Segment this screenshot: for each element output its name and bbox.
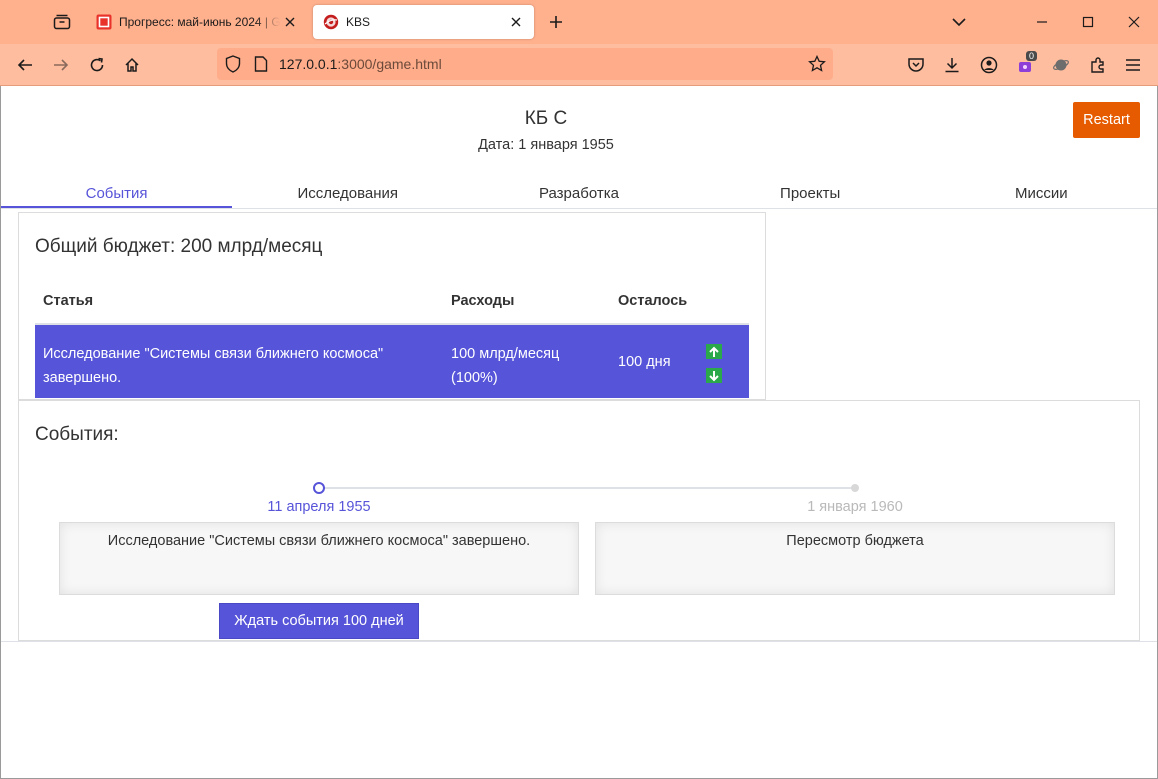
tab-overflow-chevron-down-icon[interactable] bbox=[944, 7, 974, 37]
downloads-icon[interactable] bbox=[939, 51, 965, 79]
forward-arrow-icon[interactable] bbox=[47, 51, 75, 79]
column-header-remaining: Осталось bbox=[618, 293, 688, 309]
browser-tab-kbs[interactable]: KBS bbox=[313, 5, 534, 39]
budget-item-name: Исследование "Системы связи ближнего кос… bbox=[43, 346, 384, 386]
gamedev-favicon-icon bbox=[96, 14, 112, 30]
budget-item-cost: 100 млрд/месяц (100%) bbox=[451, 346, 560, 386]
window-close-icon[interactable] bbox=[1119, 7, 1149, 37]
decrease-arrow-down-icon[interactable] bbox=[706, 368, 722, 383]
home-icon[interactable] bbox=[118, 51, 146, 79]
timeline-dot-active[interactable] bbox=[313, 482, 325, 494]
tab-list-icon[interactable] bbox=[48, 9, 76, 35]
close-icon[interactable] bbox=[506, 12, 526, 32]
url-path: :3000/game.html bbox=[337, 56, 442, 72]
content-divider bbox=[1, 641, 1157, 642]
close-icon[interactable] bbox=[280, 12, 300, 32]
events-card: События: 11 апреля 1955 1 января 1960 Ис… bbox=[18, 400, 1140, 641]
planet-extension-icon[interactable] bbox=[1048, 51, 1074, 79]
budget-item-remaining: 100 дня bbox=[618, 354, 671, 370]
timeline-line bbox=[319, 487, 855, 489]
browser-tab-bar: Прогресс: май-июнь 2024 | GameDev KBS bbox=[0, 0, 1158, 44]
event-card-research-complete: Исследование "Системы связи ближнего кос… bbox=[59, 522, 579, 595]
table-row[interactable]: Исследование "Системы связи ближнего кос… bbox=[35, 325, 749, 398]
account-icon[interactable] bbox=[976, 51, 1002, 79]
events-title: События: bbox=[35, 424, 119, 445]
url-host: 127.0.0.1 bbox=[279, 56, 338, 72]
increase-arrow-up-icon[interactable] bbox=[706, 344, 722, 359]
minimize-icon[interactable] bbox=[1027, 7, 1057, 37]
timeline-date-2: 1 января 1960 bbox=[807, 499, 903, 515]
tab-development[interactable]: Разработка bbox=[463, 180, 694, 208]
budget-card: Общий бюджет: 200 млрд/месяц Статья Расх… bbox=[18, 212, 766, 400]
tab-missions[interactable]: Миссии bbox=[926, 180, 1157, 208]
shield-icon[interactable] bbox=[223, 54, 243, 74]
url-text[interactable]: 127.0.0.1:3000/game.html bbox=[279, 56, 442, 72]
wait-event-button[interactable]: Ждать события 100 дней bbox=[219, 603, 419, 639]
budget-title: Общий бюджет: 200 млрд/месяц bbox=[35, 236, 323, 257]
column-header-cost: Расходы bbox=[451, 293, 515, 309]
address-bar[interactable]: 127.0.0.1:3000/game.html bbox=[217, 48, 833, 80]
kbs-favicon-icon bbox=[323, 14, 339, 30]
browser-tab-title: KBS bbox=[346, 15, 371, 29]
restart-button[interactable]: Restart bbox=[1073, 102, 1140, 138]
tab-events[interactable]: События bbox=[1, 180, 233, 208]
page-info-icon[interactable] bbox=[252, 55, 270, 73]
current-date: Дата: 1 января 1955 bbox=[478, 137, 614, 153]
bookmark-star-icon[interactable] bbox=[807, 54, 827, 74]
budget-table-header: Статья Расходы Осталось bbox=[35, 293, 749, 325]
page-title: КБ С bbox=[524, 108, 568, 129]
main-tabs: События Исследования Разработка Проекты … bbox=[1, 180, 1157, 209]
timeline-date-1: 11 апреля 1955 bbox=[267, 499, 371, 515]
browser-nav-bar: 127.0.0.1:3000/game.html 0 bbox=[0, 44, 1158, 86]
column-header-item: Статья bbox=[43, 293, 94, 309]
extension-puzzle-badge-icon[interactable]: 0 bbox=[1012, 51, 1038, 79]
tab-projects[interactable]: Проекты bbox=[695, 180, 926, 208]
reload-icon[interactable] bbox=[83, 51, 111, 79]
extension-badge-count: 0 bbox=[1026, 51, 1038, 61]
back-arrow-icon[interactable] bbox=[11, 51, 39, 79]
hamburger-menu-icon[interactable] bbox=[1120, 51, 1146, 79]
extensions-puzzle-icon[interactable] bbox=[1085, 51, 1111, 79]
event-card-budget-review: Пересмотр бюджета bbox=[595, 522, 1115, 595]
new-tab-plus-icon[interactable] bbox=[543, 9, 569, 35]
timeline-dot[interactable] bbox=[851, 484, 859, 492]
browser-tab-title: Прогресс: май-июнь 2024 | GameDev bbox=[119, 15, 280, 29]
tab-research[interactable]: Исследования bbox=[232, 180, 463, 208]
browser-tab-gamedev[interactable]: Прогресс: май-июнь 2024 | GameDev bbox=[86, 5, 308, 39]
maximize-icon[interactable] bbox=[1073, 7, 1103, 37]
pocket-icon[interactable] bbox=[903, 51, 929, 79]
